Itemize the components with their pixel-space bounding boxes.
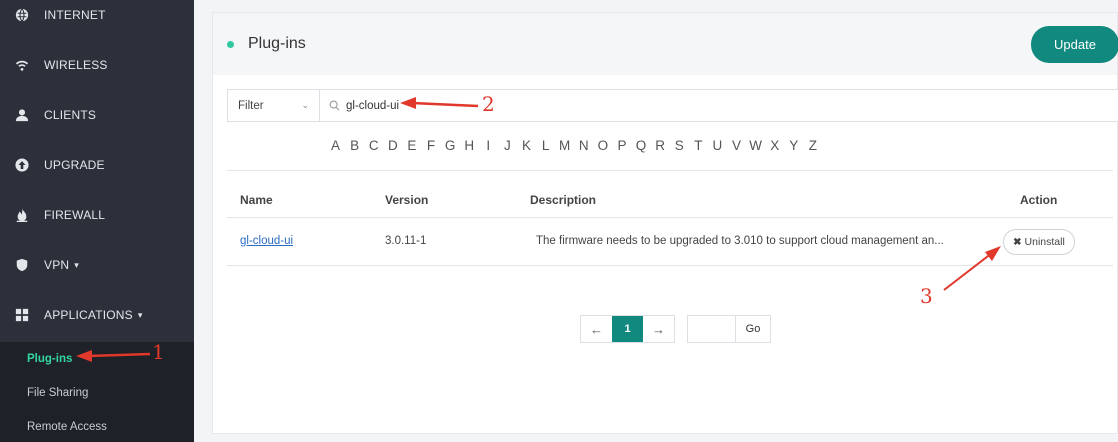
user-icon — [14, 107, 30, 123]
divider — [227, 217, 1113, 218]
table-row-name: gl-cloud-ui — [240, 235, 293, 247]
alphabet-letter-s[interactable]: S — [670, 138, 689, 153]
annotation-number-2: 2 — [482, 92, 495, 116]
column-header-name: Name — [240, 193, 273, 207]
alphabet-letter-i[interactable]: I — [479, 138, 498, 153]
sidebar-subitem-file-sharing[interactable]: File Sharing — [0, 376, 194, 410]
sidebar-item-clients[interactable]: CLIENTS — [0, 90, 194, 140]
grid-icon — [14, 307, 30, 323]
alphabet-letter-t[interactable]: T — [689, 138, 708, 153]
alphabet-letter-u[interactable]: U — [708, 138, 727, 153]
goto-page-input[interactable] — [688, 316, 736, 342]
annotation-number-1: 1 — [152, 340, 165, 364]
sidebar-item-internet[interactable]: INTERNET — [0, 0, 194, 40]
table-row-description: The firmware needs to be upgraded to 3.0… — [536, 235, 944, 247]
plugins-card: Plug-ins Update Filter ⌄ ABCDEFGHIJKLMNO… — [212, 12, 1118, 434]
applications-submenu: Plug-ins File Sharing Remote Access — [0, 342, 194, 442]
shield-icon — [14, 257, 30, 273]
sidebar-item-label: APPLICATIONS — [44, 308, 133, 322]
chevron-down-icon: ▾ — [74, 259, 79, 270]
plugin-name-link[interactable]: gl-cloud-ui — [240, 235, 293, 247]
uninstall-label: Uninstall — [1024, 236, 1065, 248]
alphabet-letter-q[interactable]: Q — [632, 138, 651, 153]
upgrade-icon — [14, 157, 30, 173]
alphabet-letter-y[interactable]: Y — [784, 138, 803, 153]
alphabet-letter-h[interactable]: H — [460, 138, 479, 153]
globe-icon — [14, 7, 30, 23]
divider — [227, 170, 1113, 171]
next-page-button[interactable]: → — [643, 316, 674, 342]
column-header-version: Version — [385, 193, 429, 207]
page-button-current[interactable]: 1 — [612, 316, 643, 342]
sidebar-item-label: INTERNET — [44, 8, 106, 22]
alphabet-letter-p[interactable]: P — [612, 138, 631, 153]
go-button[interactable]: Go — [736, 316, 770, 342]
card-header: Plug-ins Update — [213, 13, 1118, 75]
column-header-action: Action — [1020, 193, 1058, 207]
alphabet-letter-z[interactable]: Z — [803, 138, 822, 153]
alphabet-letter-g[interactable]: G — [441, 138, 460, 153]
app-root: INTERNET WIRELESS CLIENTS UPGRADE FIREWA… — [0, 0, 1118, 442]
sidebar-subitem-plugins[interactable]: Plug-ins — [0, 342, 194, 376]
sidebar-subitem-remote-access[interactable]: Remote Access — [0, 410, 194, 442]
sidebar-item-label: WIRELESS — [44, 58, 108, 72]
wifi-icon — [14, 57, 30, 73]
sidebar-nav: INTERNET WIRELESS CLIENTS UPGRADE FIREWA… — [0, 0, 194, 340]
alphabet-letter-e[interactable]: E — [402, 138, 421, 153]
sidebar-item-label: VPN — [44, 258, 70, 272]
status-dot — [227, 40, 234, 48]
filter-dropdown[interactable]: Filter ⌄ — [227, 89, 320, 122]
sidebar-item-applications[interactable]: APPLICATIONS ▾ — [0, 290, 194, 340]
prev-page-button[interactable]: ← — [581, 316, 612, 342]
filter-dropdown-label: Filter — [238, 99, 264, 112]
page-title: Plug-ins — [248, 35, 306, 52]
alphabet-filter: ABCDEFGHIJKLMNOPQRSTUVWXYZ — [326, 138, 822, 153]
alphabet-letter-f[interactable]: F — [421, 138, 440, 153]
table-row-version: 3.0.11-1 — [385, 235, 427, 247]
alphabet-letter-l[interactable]: L — [536, 138, 555, 153]
pagination: ← 1 → — [580, 315, 675, 343]
sidebar-item-firewall[interactable]: FIREWALL — [0, 190, 194, 240]
divider — [227, 265, 1113, 266]
sidebar-item-wireless[interactable]: WIRELESS — [0, 40, 194, 90]
search-input[interactable] — [346, 99, 746, 112]
search-box[interactable] — [320, 89, 1118, 122]
sidebar-item-label: FIREWALL — [44, 208, 106, 222]
search-icon — [329, 100, 340, 111]
update-button[interactable]: Update — [1031, 26, 1118, 63]
alphabet-letter-k[interactable]: K — [517, 138, 536, 153]
alphabet-letter-c[interactable]: C — [364, 138, 383, 153]
alphabet-letter-v[interactable]: V — [727, 138, 746, 153]
sidebar-item-label: CLIENTS — [44, 108, 97, 122]
chevron-down-icon: ▾ — [137, 309, 143, 320]
filter-row: Filter ⌄ — [227, 89, 1118, 122]
sidebar-item-label: UPGRADE — [44, 158, 105, 172]
sidebar-item-vpn[interactable]: VPN ▾ — [0, 240, 194, 290]
alphabet-letter-m[interactable]: M — [555, 138, 574, 153]
alphabet-letter-b[interactable]: B — [345, 138, 364, 153]
chevron-down-icon: ⌄ — [301, 100, 309, 110]
sidebar: INTERNET WIRELESS CLIENTS UPGRADE FIREWA… — [0, 0, 194, 442]
fire-icon — [14, 207, 30, 223]
alphabet-letter-d[interactable]: D — [383, 138, 402, 153]
alphabet-letter-w[interactable]: W — [746, 138, 765, 153]
alphabet-letter-a[interactable]: A — [326, 138, 345, 153]
close-icon: ✖ — [1013, 236, 1022, 248]
sidebar-item-upgrade[interactable]: UPGRADE — [0, 140, 194, 190]
alphabet-letter-r[interactable]: R — [651, 138, 670, 153]
column-header-description: Description — [530, 193, 597, 207]
annotation-number-3: 3 — [920, 284, 933, 308]
alphabet-letter-o[interactable]: O — [593, 138, 612, 153]
alphabet-letter-x[interactable]: X — [765, 138, 784, 153]
uninstall-button[interactable]: ✖ Uninstall — [1003, 229, 1075, 255]
alphabet-letter-j[interactable]: J — [498, 138, 517, 153]
goto-page: Go — [687, 315, 771, 343]
alphabet-letter-n[interactable]: N — [574, 138, 593, 153]
